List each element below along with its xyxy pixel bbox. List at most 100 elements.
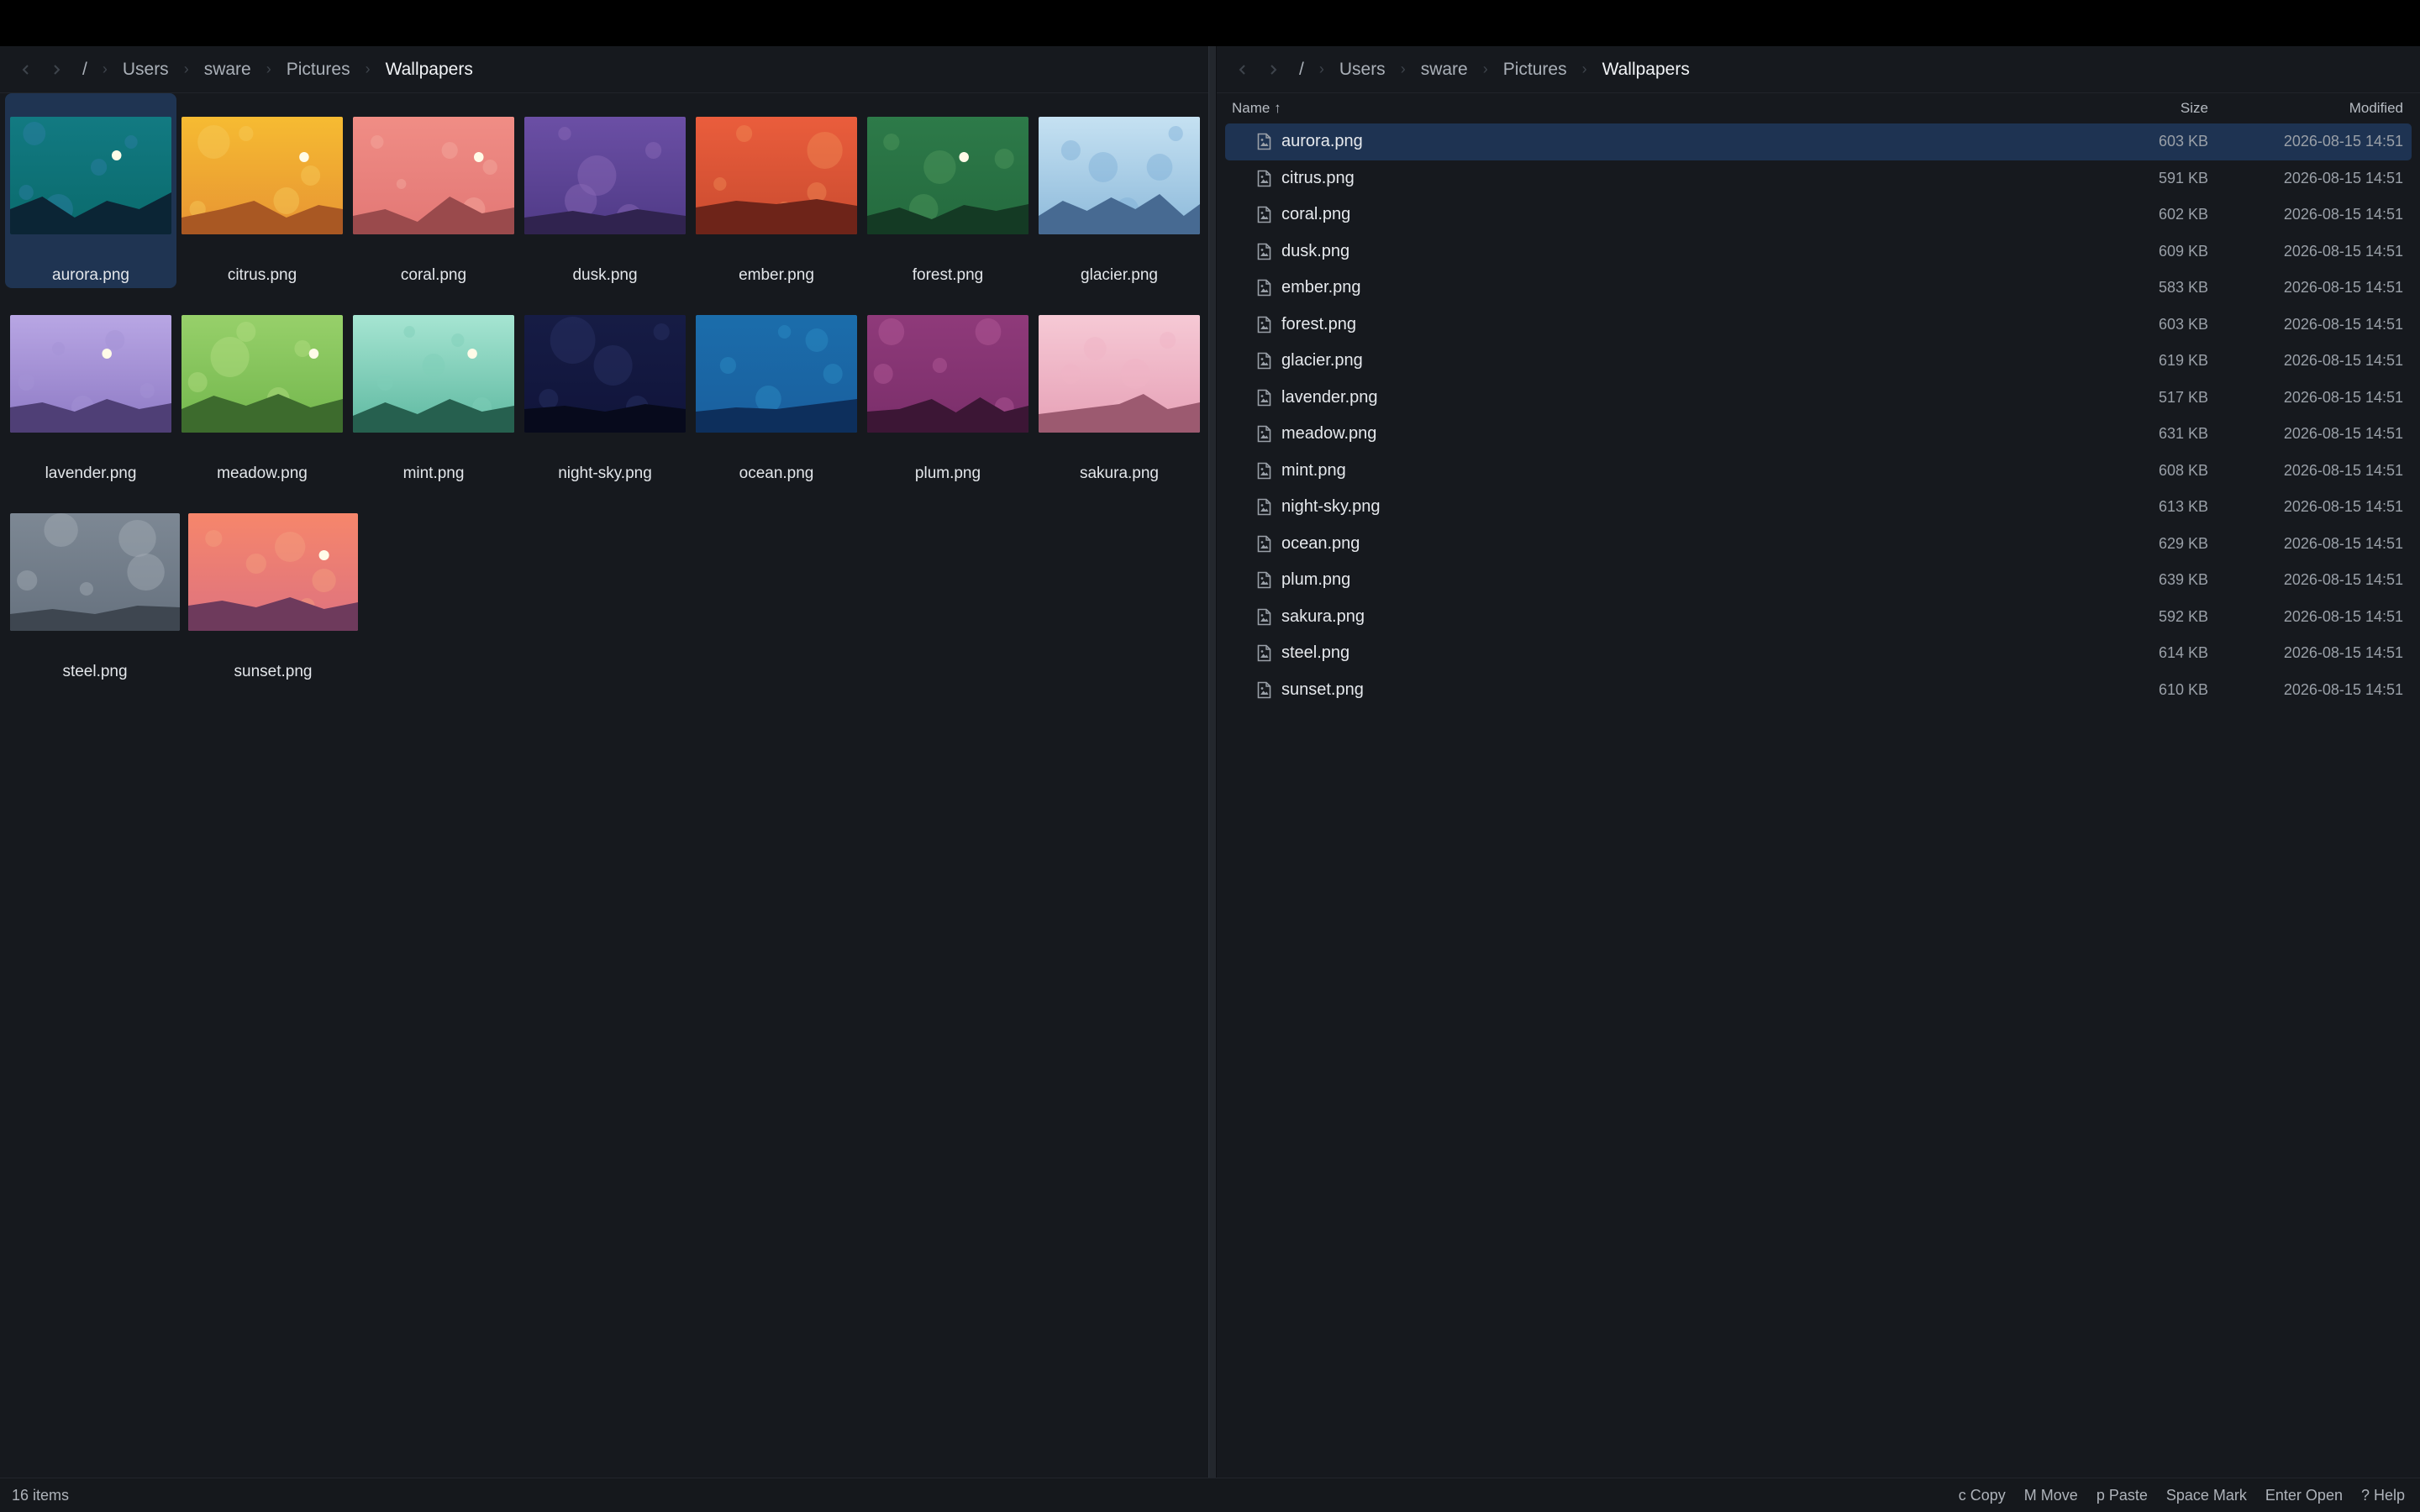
file-name: citrus.png xyxy=(1281,168,1355,187)
grid-tile[interactable]: forest.png xyxy=(862,93,1034,288)
file-row[interactable]: lavender.png 517 KB 2026-08-15 14:51 xyxy=(1225,380,2412,417)
grid-tile[interactable]: coral.png xyxy=(348,93,519,288)
image-file-icon xyxy=(1257,462,1271,480)
breadcrumb-pictures[interactable]: Pictures xyxy=(287,60,350,80)
grid-tile[interactable]: glacier.png xyxy=(1034,93,1205,288)
back-icon[interactable] xyxy=(1232,59,1254,81)
file-modified: 2026-08-15 14:51 xyxy=(2283,498,2403,516)
file-row[interactable]: steel.png 614 KB 2026-08-15 14:51 xyxy=(1225,635,2412,672)
breadcrumb-pictures[interactable]: Pictures xyxy=(1503,60,1567,80)
sort-by-modified-header[interactable]: Modified xyxy=(2349,100,2403,117)
grid-tile[interactable]: sakura.png xyxy=(1034,291,1205,486)
breadcrumb-sware[interactable]: sware xyxy=(1421,60,1468,80)
file-size: 619 KB xyxy=(2158,352,2208,370)
breadcrumb: / › Users › sware › Pictures › Wallpaper… xyxy=(0,46,1208,93)
image-file-icon xyxy=(1257,389,1271,407)
forward-icon[interactable] xyxy=(1262,59,1284,81)
file-row[interactable]: aurora.png 603 KB 2026-08-15 14:51 xyxy=(1225,123,2412,160)
grid-tile[interactable]: lavender.png xyxy=(5,291,176,486)
image-file-icon xyxy=(1257,352,1271,370)
file-row[interactable]: coral.png 602 KB 2026-08-15 14:51 xyxy=(1225,197,2412,234)
back-icon[interactable] xyxy=(15,59,37,81)
file-modified: 2026-08-15 14:51 xyxy=(2283,169,2403,186)
thumbnail-image xyxy=(10,117,171,234)
grid-tile[interactable]: night-sky.png xyxy=(519,291,691,486)
pane-divider[interactable] xyxy=(1208,46,1217,1478)
file-size: 603 KB xyxy=(2158,133,2208,150)
file-row[interactable]: meadow.png 631 KB 2026-08-15 14:51 xyxy=(1225,416,2412,453)
breadcrumb-wallpapers[interactable]: Wallpapers xyxy=(386,60,473,80)
breadcrumb-root[interactable]: / xyxy=(82,60,87,80)
thumbnail-image xyxy=(696,117,857,234)
thumbnail-image xyxy=(182,117,343,234)
grid-tile[interactable]: aurora.png xyxy=(5,93,176,288)
image-file-icon xyxy=(1257,608,1271,626)
file-size: 639 KB xyxy=(2158,571,2208,589)
breadcrumb-sware[interactable]: sware xyxy=(204,60,251,80)
file-list: aurora.png 603 KB 2026-08-15 14:51 citrus.p… xyxy=(1225,123,2412,708)
grid-tile[interactable]: meadow.png xyxy=(176,291,348,486)
grid-tile[interactable]: ocean.png xyxy=(691,291,862,486)
file-row[interactable]: ocean.png 629 KB 2026-08-15 14:51 xyxy=(1225,526,2412,563)
image-file-icon xyxy=(1257,243,1271,260)
grid-tile-label: mint.png xyxy=(402,465,465,482)
file-name: forest.png xyxy=(1281,314,1356,333)
file-row[interactable]: sakura.png 592 KB 2026-08-15 14:51 xyxy=(1225,599,2412,636)
image-file-icon xyxy=(1257,133,1271,150)
sort-by-name-header[interactable]: Name ↑ xyxy=(1232,100,1281,117)
file-name: ocean.png xyxy=(1281,533,1360,553)
file-modified: 2026-08-15 14:51 xyxy=(2283,206,2403,223)
thumbnail-image xyxy=(353,117,514,234)
status-bar: 16 items c Copy M Move p Paste Space Mar… xyxy=(0,1478,2420,1512)
file-row[interactable]: dusk.png 609 KB 2026-08-15 14:51 xyxy=(1225,234,2412,270)
hint-help: ? Help xyxy=(2360,1486,2405,1504)
file-size: 631 KB xyxy=(2158,425,2208,443)
image-file-icon xyxy=(1257,644,1271,662)
file-row[interactable]: forest.png 603 KB 2026-08-15 14:51 xyxy=(1225,307,2412,344)
file-size: 517 KB xyxy=(2158,388,2208,406)
grid-tile[interactable]: dusk.png xyxy=(519,93,691,288)
grid-tile[interactable]: citrus.png xyxy=(176,93,348,288)
grid-tile[interactable]: steel.png xyxy=(5,490,185,685)
file-row[interactable]: ember.png 583 KB 2026-08-15 14:51 xyxy=(1225,270,2412,307)
file-size: 610 KB xyxy=(2158,680,2208,698)
file-modified: 2026-08-15 14:51 xyxy=(2283,571,2403,589)
grid-tile[interactable]: plum.png xyxy=(862,291,1034,486)
image-file-icon xyxy=(1257,681,1271,699)
file-size: 608 KB xyxy=(2158,461,2208,479)
file-row[interactable]: night-sky.png 613 KB 2026-08-15 14:51 xyxy=(1225,489,2412,526)
breadcrumb-users[interactable]: Users xyxy=(123,60,169,80)
file-row[interactable]: glacier.png 619 KB 2026-08-15 14:51 xyxy=(1225,343,2412,380)
breadcrumb-root[interactable]: / xyxy=(1299,60,1304,80)
breadcrumb-wallpapers[interactable]: Wallpapers xyxy=(1602,60,1690,80)
grid-tile[interactable]: mint.png xyxy=(348,291,519,486)
breadcrumb-users[interactable]: Users xyxy=(1339,60,1386,80)
file-modified: 2026-08-15 14:51 xyxy=(2283,242,2403,260)
thumbnail-image xyxy=(10,513,180,631)
grid-tile[interactable]: sunset.png xyxy=(183,490,363,685)
grid-tile-label: ocean.png xyxy=(739,465,814,482)
file-modified: 2026-08-15 14:51 xyxy=(2283,133,2403,150)
file-row[interactable]: citrus.png 591 KB 2026-08-15 14:51 xyxy=(1225,160,2412,197)
file-row[interactable]: sunset.png 610 KB 2026-08-15 14:51 xyxy=(1225,672,2412,709)
grid-tile-label: ember.png xyxy=(739,266,814,284)
hint-move: M Move xyxy=(2023,1486,2078,1504)
file-modified: 2026-08-15 14:51 xyxy=(2283,352,2403,370)
file-row[interactable]: plum.png 639 KB 2026-08-15 14:51 xyxy=(1225,562,2412,599)
sort-by-size-header[interactable]: Size xyxy=(2181,100,2208,117)
grid-tile[interactable]: ember.png xyxy=(691,93,862,288)
forward-icon[interactable] xyxy=(45,59,67,81)
thumbnail-image xyxy=(182,315,343,433)
chevron-right-icon: › xyxy=(1581,60,1587,77)
hint-copy: c Copy xyxy=(1958,1486,2006,1504)
file-name: lavender.png xyxy=(1281,387,1378,407)
file-name: meadow.png xyxy=(1281,424,1377,444)
file-modified: 2026-08-15 14:51 xyxy=(2283,279,2403,297)
image-file-icon xyxy=(1257,170,1271,187)
file-row[interactable]: mint.png 608 KB 2026-08-15 14:51 xyxy=(1225,453,2412,490)
file-modified: 2026-08-15 14:51 xyxy=(2283,607,2403,625)
grid-tile-label: dusk.png xyxy=(572,266,638,284)
chevron-right-icon: › xyxy=(183,60,189,77)
grid-tile-label: aurora.png xyxy=(52,266,129,284)
grid-tile-label: night-sky.png xyxy=(558,465,652,482)
